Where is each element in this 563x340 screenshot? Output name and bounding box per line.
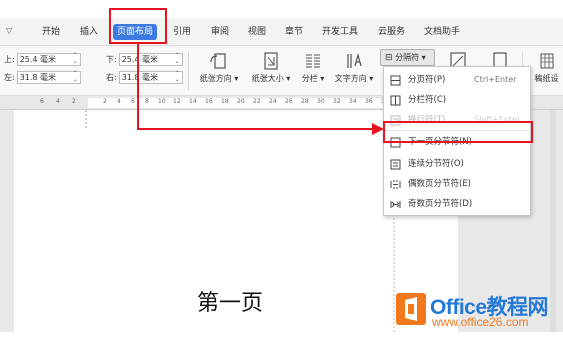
margin-bottom-input[interactable]: 25.4 毫米 ⌃ ⌄	[118, 53, 183, 66]
margin-top-row: 上: 25.4 毫米 ⌃ ⌄	[4, 53, 81, 66]
column-break-icon	[390, 95, 401, 106]
page-heading: 第一页	[197, 291, 264, 316]
tab-cloud[interactable]: 云服务	[378, 24, 405, 40]
ruler-tick: 14	[189, 98, 197, 105]
ruler-tick: 10	[158, 98, 166, 105]
text-direction-button[interactable]: 文字方向 ▾	[331, 52, 377, 84]
ruler-tick: 6	[40, 98, 44, 105]
menu-item-column-break[interactable]: 分栏符(C)	[384, 91, 530, 109]
margin-left-row: 左: 31.8 毫米 ⌃ ⌄	[4, 71, 81, 84]
margin-left-label: 左:	[4, 73, 15, 82]
text-direction-icon	[347, 52, 362, 68]
margin-left-input[interactable]: 31.8 毫米 ⌃ ⌄	[16, 71, 81, 84]
annotation-box-menu-item	[383, 121, 533, 143]
columns-button[interactable]: 分栏 ▾	[296, 52, 330, 84]
tab-review[interactable]: 审阅	[211, 24, 229, 40]
ruler-tick: 26	[285, 98, 293, 105]
spinner-icon[interactable]: ⌃ ⌄	[175, 71, 180, 83]
divider-dropdown-button[interactable]: ⊟ 分隔符 ▾	[380, 49, 435, 66]
tab-doc-assistant[interactable]: 文档助手	[424, 24, 460, 40]
margin-right-input[interactable]: 31.8 毫米 ⌃ ⌄	[118, 71, 183, 84]
ruler-tick: 22	[253, 98, 261, 105]
ruler-tick: 8	[145, 98, 149, 105]
section-break-icon: ⊟	[385, 53, 393, 63]
ruler-tick: 4	[56, 98, 60, 105]
ruler-tick: 24	[269, 98, 277, 105]
office-logo-icon	[396, 293, 426, 325]
vertical-scrollbar[interactable]	[550, 110, 556, 332]
collapse-icon[interactable]: ▽	[6, 26, 12, 35]
margin-top-label: 上:	[4, 55, 15, 64]
spinner-icon[interactable]: ⌃ ⌄	[175, 53, 180, 65]
ruler-tick: 18	[221, 98, 229, 105]
tab-home[interactable]: 开始	[42, 24, 60, 40]
ruler-tick: 32	[333, 98, 341, 105]
columns-icon	[306, 54, 320, 68]
annotation-box-tab	[109, 8, 167, 44]
ruler-tick: 2	[103, 98, 107, 105]
continuous-section-icon	[390, 159, 401, 170]
annotation-line-horizontal	[137, 128, 377, 130]
margin-right-row: 右: 31.8 毫米 ⌃ ⌄	[106, 71, 183, 84]
menu-item-continuous-section-break[interactable]: 连续分节符(O)	[384, 155, 530, 173]
annotation-line-vertical	[137, 44, 139, 130]
toolbar-divider	[188, 52, 189, 90]
menu-item-page-break[interactable]: 分页符(P) Ctrl+Enter	[384, 71, 530, 89]
text-direction-label: 文字方向	[334, 74, 367, 83]
margin-left-value: 31.8 毫米	[19, 73, 57, 82]
menu-item-label: 奇数页分节符(D)	[408, 199, 473, 209]
menu-item-label: 偶数页分节符(E)	[408, 179, 472, 189]
columns-label: 分栏	[301, 74, 318, 83]
margin-right-value: 31.8 毫米	[121, 73, 159, 82]
ruler-tick: 12	[173, 98, 181, 105]
menu-item-odd-page-section-break[interactable]: 奇数页分节符(D)	[384, 195, 530, 213]
odd-page-section-icon	[390, 201, 401, 208]
tab-developer[interactable]: 开发工具	[322, 24, 358, 40]
ruler-tick: 16	[205, 98, 213, 105]
margin-marker	[85, 110, 87, 128]
margin-right-label: 右:	[106, 73, 117, 82]
orientation-button[interactable]: 纸张方向 ▾	[193, 52, 245, 84]
page-break-icon	[390, 75, 401, 86]
even-page-section-icon	[390, 180, 401, 189]
manuscript-label: 稿纸设	[534, 74, 559, 83]
ruler-tick: 36	[365, 98, 373, 105]
menu-item-label: 连续分节符(O)	[408, 159, 464, 169]
ruler-tick: 20	[237, 98, 245, 105]
spinner-icon[interactable]: ⌃ ⌄	[73, 71, 78, 83]
orientation-label: 纸张方向	[199, 74, 232, 83]
tab-view[interactable]: 视图	[248, 24, 266, 40]
menu-item-even-page-section-break[interactable]: 偶数页分节符(E)	[384, 175, 530, 193]
ruler-tick: 6	[131, 98, 135, 105]
margin-bottom-label: 下:	[106, 55, 117, 64]
divider-label: 分隔符	[395, 53, 420, 62]
menu-bar: ▽ 开始 插入 页面布局 引用 审阅 视图 章节 开发工具 云服务 文档助手	[0, 18, 563, 46]
watermark-url: www.office26.com	[432, 315, 529, 329]
tab-sections[interactable]: 章节	[285, 24, 303, 40]
tab-references[interactable]: 引用	[173, 24, 191, 40]
margin-bottom-value: 25.4 毫米	[121, 55, 159, 64]
margin-bottom-row: 下: 25.4 毫米 ⌃ ⌄	[106, 53, 183, 66]
menu-item-label: 分栏符(C)	[408, 95, 447, 105]
margin-top-input[interactable]: 25.4 毫米 ⌃ ⌄	[16, 53, 81, 66]
ruler-tick: 28	[301, 98, 309, 105]
ruler-tick: 2	[72, 98, 76, 105]
paper-size-icon	[264, 52, 278, 70]
paper-size-button[interactable]: 纸张大小 ▾	[246, 52, 296, 84]
paper-size-label: 纸张大小	[251, 74, 284, 83]
margin-top-value: 25.4 毫米	[19, 55, 57, 64]
manuscript-settings-button[interactable]: 稿纸设	[530, 52, 563, 84]
spinner-icon[interactable]: ⌃ ⌄	[73, 53, 78, 65]
ruler-tick: 4	[117, 98, 121, 105]
page-orientation-icon	[210, 53, 226, 69]
menu-item-label: 分页符(P)	[408, 75, 446, 85]
tab-insert[interactable]: 插入	[80, 24, 98, 40]
ruler-tick: 30	[317, 98, 325, 105]
menu-item-shortcut: Ctrl+Enter	[474, 75, 517, 84]
grid-icon	[540, 53, 553, 69]
ruler-tick: 34	[349, 98, 357, 105]
